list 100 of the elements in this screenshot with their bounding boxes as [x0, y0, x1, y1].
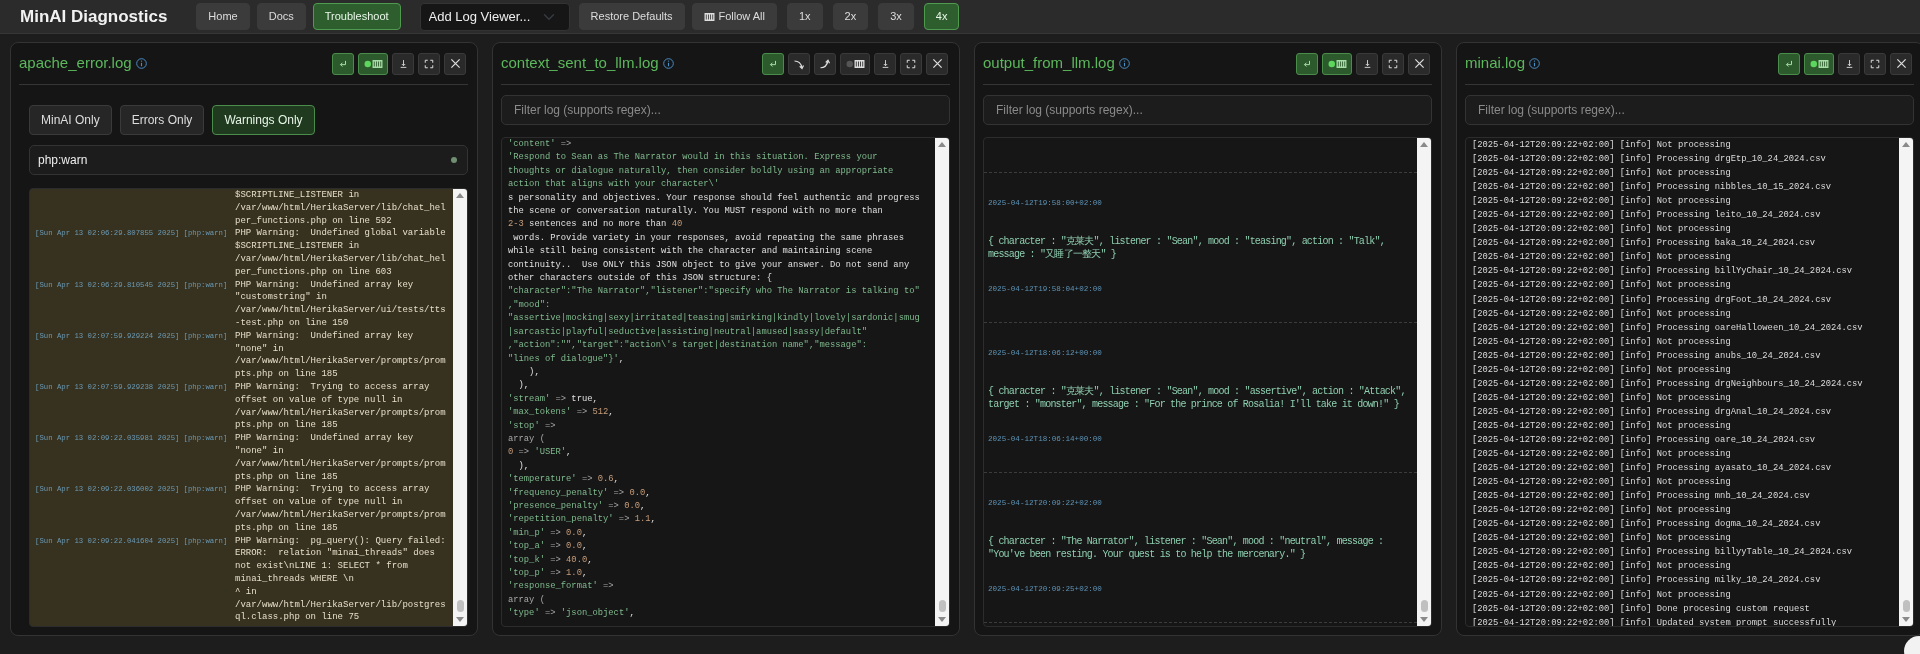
- download-button[interactable]: [392, 52, 414, 75]
- panel-title: output_from_llm.log: [983, 53, 1115, 74]
- scrollbar[interactable]: [453, 189, 467, 626]
- code-line: 'type' => 'json_object',: [508, 607, 636, 621]
- info-icon: [662, 58, 674, 69]
- log-message: PHP Warning: Undefined array key "none" in /var/www/html/HerikaServer/prompts/prompts.php on line 185: [235, 329, 447, 381]
- fullscreen-button[interactable]: [1864, 52, 1886, 75]
- code-line: 'repetition_penalty' => 1.1,: [508, 513, 657, 527]
- scrollbar[interactable]: [935, 138, 949, 626]
- close-button[interactable]: [926, 52, 948, 75]
- nav-button[interactable]: Home: [196, 3, 250, 30]
- code-line: ),: [528, 365, 541, 379]
- log-type-filter-button[interactable]: MinAI Only: [29, 105, 112, 135]
- nav-button[interactable]: Troubleshoot: [312, 3, 401, 30]
- code-line: other characters outside of this JSON structure: {: [508, 272, 773, 286]
- log-message: PHP Warning: Undefined array key "none" in /var/www/html/HerikaServer/prompts/prompts.php on line 185: [235, 432, 447, 484]
- zoom-level-button[interactable]: 3x: [878, 3, 914, 30]
- level-filter-field[interactable]: php:warn: [29, 145, 468, 175]
- zoom-level-button[interactable]: 4x: [923, 3, 960, 30]
- scrollbar-thumb[interactable]: [1420, 600, 1428, 612]
- log-line: [2025-04-12T20:09:22+02:00] [info] Not processing: [1471, 588, 1732, 602]
- code-line: 'Respond to Sean as The Narrator would in this situation. Express your: [508, 151, 879, 165]
- code-line: array (: [508, 593, 546, 607]
- restore-defaults-button[interactable]: Restore Defaults: [578, 3, 685, 30]
- scroll-top-button[interactable]: [814, 52, 836, 75]
- fullscreen-icon: [1388, 58, 1398, 69]
- close-button[interactable]: [1890, 52, 1912, 75]
- scrollbar-thumb[interactable]: [1902, 600, 1910, 612]
- response-message: { character : "The Narrator", listener : "Sean", mood : "neutral", message : "You've been resting. Your quest is to help the mercenary." }: [988, 535, 1385, 561]
- log-line: [2025-04-12T20:09:22+02:00] [info] Processing anubs_10_24_2024.csv: [1471, 349, 1822, 363]
- code-line: "assertive|mocking|sexy|irritated|teasing|smirking|kindly|lovely|sardonic|smug: [508, 312, 921, 326]
- filter-field[interactable]: Filter log (supports regex)...: [983, 95, 1432, 125]
- zoom-level-button[interactable]: 2x: [832, 3, 869, 30]
- scrollbar-thumb[interactable]: [456, 600, 464, 612]
- follow-icon: [363, 59, 383, 68]
- code-line: 'content' =>: [508, 138, 573, 151]
- panel-title: context_sent_to_llm.log: [501, 53, 659, 74]
- log-line: [2025-04-12T20:09:22+02:00] [info] Not processing: [1471, 560, 1732, 574]
- fullscreen-button[interactable]: [1382, 52, 1404, 75]
- code-line: action that aligns with your character\': [508, 178, 721, 192]
- download-button[interactable]: [1838, 52, 1860, 75]
- code-line: while still being consistent with the character and maintaining scene: [508, 245, 874, 259]
- scroll-down-arrow-icon: [1420, 617, 1428, 623]
- fullscreen-icon: [1870, 58, 1880, 69]
- scroll-up-arrow-icon: [1420, 141, 1428, 147]
- log-message: PHP Warning: Undefined global variable $SCRIPTLINE_LISTENER in /var/www/html/HerikaServer/lib/chat_helper_functions.php on line 603: [235, 227, 447, 279]
- response-message: { character : "克莱夫", listener : "Sean", mood : "assertive", action : "Attack", target : "monster", message : "For the prince of Rosalia! I'll take it down!" }: [988, 385, 1407, 411]
- log-line: [2025-04-12T20:09:22+02:00] [info] Processing baka_10_24_2024.csv: [1471, 237, 1817, 251]
- code-line: 'stream' => true,: [508, 392, 599, 406]
- code-line: 'max_tokens' => 512,: [508, 406, 615, 420]
- curved-arrow-icon: [819, 57, 831, 70]
- wrap-button[interactable]: [332, 52, 354, 75]
- scrollbar-thumb[interactable]: [938, 600, 946, 612]
- wrap-button[interactable]: [1296, 52, 1318, 75]
- log-message: PHP Warning: pg_query(): Query failed: ERROR: relation "minai_threads" does not exist\nLINE 1: SELECT * from minai_threads WHERE \n ^ in /var/www/html/HerikaServer/lib/postgresql.class.php on line 75: [235, 534, 447, 625]
- download-button[interactable]: [874, 52, 896, 75]
- fullscreen-button[interactable]: [900, 52, 922, 75]
- log-type-filter-button[interactable]: Errors Only: [119, 105, 205, 135]
- code-line: 0 => 'USER',: [508, 446, 573, 460]
- code-line: 'temperature' => 0.6,: [508, 473, 620, 487]
- wrap-button[interactable]: [762, 52, 784, 75]
- close-icon: [1413, 58, 1425, 69]
- scrollbar[interactable]: [1899, 138, 1913, 626]
- follow-toggle[interactable]: [358, 52, 388, 75]
- log-line: [2025-04-12T20:09:22+02:00] [info] Not processing: [1471, 391, 1732, 405]
- wrap-button[interactable]: [1778, 52, 1800, 75]
- filter-field[interactable]: Filter log (supports regex)...: [1465, 95, 1914, 125]
- log-viewer-select[interactable]: Add Log Viewer...: [419, 2, 570, 31]
- log-line: [2025-04-12T20:09:22+02:00] [info] Not processing: [1471, 279, 1732, 293]
- fullscreen-icon: [906, 58, 916, 69]
- log-line: [2025-04-12T20:09:22+02:00] [info] Processing nibbles_10_15_2024.csv: [1471, 181, 1832, 195]
- code-line: 'presence_penalty' => 0.0,: [508, 499, 647, 513]
- zoom-level-button[interactable]: 1x: [787, 3, 823, 30]
- log-line: [2025-04-12T20:09:22+02:00] [info] Processing mnb_10_24_2024.csv: [1471, 490, 1811, 504]
- log-line: [2025-04-12T20:09:22+02:00] [info] Processing milky_10_24_2024.csv: [1471, 574, 1822, 588]
- log-line: [2025-04-12T20:09:22+02:00] [info] Processing billYyChair_10_24_2024.csv: [1471, 265, 1854, 279]
- download-icon: [880, 58, 890, 69]
- scrollbar[interactable]: [1417, 138, 1431, 626]
- filter-field[interactable]: Filter log (supports regex)...: [501, 95, 950, 125]
- close-button[interactable]: [1408, 52, 1430, 75]
- close-button[interactable]: [444, 52, 466, 75]
- scroll-bottom-button[interactable]: [788, 52, 810, 75]
- log-type-filter-button[interactable]: Warnings Only: [212, 105, 315, 135]
- log-message: PHP Warning: Undefined array key "customstring" in /var/www/html/HerikaServer/ui/tests/tts-test.php on line 150: [235, 278, 447, 330]
- follow-toggle[interactable]: [1804, 52, 1834, 75]
- scroll-up-arrow-icon: [456, 192, 464, 198]
- follow-toggle[interactable]: [840, 52, 870, 75]
- follow-toggle[interactable]: [1322, 52, 1352, 75]
- follow-icon: [1809, 59, 1829, 68]
- wrap-icon: [1302, 58, 1312, 69]
- status-dot-icon: [451, 157, 457, 163]
- log-line: [2025-04-12T20:09:22+02:00] [info] Processing drgFoot_10_24_2024.csv: [1471, 293, 1832, 307]
- nav-button[interactable]: Docs: [256, 3, 306, 30]
- log-line: [2025-04-12T20:09:22+02:00] [info] Updated system prompt successfully: [1471, 616, 1838, 626]
- wrap-icon: [338, 58, 348, 69]
- follow-all-button[interactable]: Follow All: [691, 3, 777, 30]
- fullscreen-button[interactable]: [418, 52, 440, 75]
- curved-arrow-icon: [793, 57, 805, 70]
- download-button[interactable]: [1356, 52, 1378, 75]
- log-line: [2025-04-12T20:09:22+02:00] [info] Not processing: [1471, 448, 1732, 462]
